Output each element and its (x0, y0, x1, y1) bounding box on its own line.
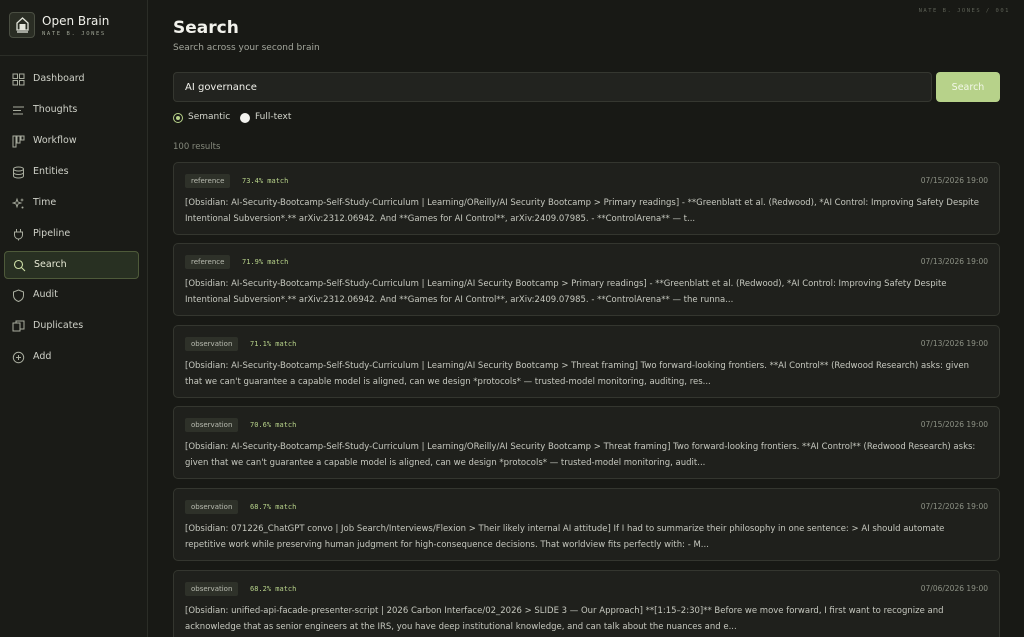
result-card[interactable]: observation 70.6% match 07/15/2026 19:00… (173, 406, 1000, 479)
search-input[interactable] (173, 72, 932, 102)
result-date: 07/13/2026 19:00 (920, 257, 988, 266)
result-text: [Obsidian: AI-Security-Bootcamp-Self-Stu… (185, 361, 969, 387)
database-icon (13, 166, 24, 179)
grid-icon (12, 73, 25, 86)
sidebar-item-label: Thoughts (33, 104, 78, 115)
match-score: 70.6% match (250, 421, 297, 429)
result-date: 07/15/2026 19:00 (920, 176, 988, 185)
result-text: [Obsidian: unified-api-facade-presenter-… (185, 606, 944, 632)
radio-unselected-indicator (240, 113, 250, 123)
semantic-radio-label: Semantic (188, 112, 231, 122)
sidebar-item-time[interactable]: Time (4, 190, 139, 218)
shield-icon (13, 289, 24, 302)
match-score: 71.1% match (250, 340, 297, 348)
match-score: 68.2% match (250, 585, 297, 593)
plus-circle-icon (12, 351, 25, 364)
sidebar-item-label: Workflow (33, 135, 77, 146)
sidebar-item-thoughts[interactable]: Thoughts (4, 97, 139, 125)
sidebar-item-entities[interactable]: Entities (4, 159, 139, 187)
plug-icon (14, 229, 23, 241)
result-card[interactable]: reference 71.9% match 07/13/2026 19:00 [… (173, 243, 1000, 316)
result-text: [Obsidian: AI-Security-Bootcamp-Self-Stu… (185, 442, 976, 468)
brand-subtitle: NATE B. JONES (42, 31, 106, 37)
brain-logo-icon (9, 12, 35, 38)
sidebar-item-search[interactable]: Search (4, 251, 139, 279)
result-card[interactable]: observation 68.2% match 07/06/2026 19:00… (173, 570, 1000, 637)
sidebar-item-label: Dashboard (33, 73, 85, 84)
header-user-label: NATE B. JONES / 001 (918, 8, 1010, 14)
type-badge: observation (185, 500, 239, 514)
sidebar-item-duplicates[interactable]: Duplicates (4, 313, 139, 341)
results-count: 100 results (173, 142, 221, 152)
fulltext-radio-label: Full-text (255, 112, 292, 122)
result-text: [Obsidian: AI-Security-Bootcamp-Self-Stu… (185, 198, 979, 224)
match-score: 68.7% match (250, 503, 297, 511)
result-date: 07/15/2026 19:00 (920, 420, 988, 429)
result-date: 07/12/2026 19:00 (920, 502, 988, 511)
sidebar-item-label: Add (33, 351, 52, 362)
type-badge: observation (185, 582, 239, 596)
lines-icon (13, 106, 24, 115)
sidebar-item-add[interactable]: Add (4, 344, 139, 372)
result-date: 07/13/2026 19:00 (920, 339, 988, 348)
type-badge: observation (185, 418, 239, 432)
copy-icon (12, 320, 25, 332)
search-icon (13, 259, 26, 272)
radio-selected-indicator (173, 113, 183, 123)
sidebar-item-pipeline[interactable]: Pipeline (4, 221, 139, 249)
sidebar-item-label: Pipeline (33, 228, 71, 239)
sidebar-item-label: Search (34, 259, 67, 270)
result-date: 07/06/2026 19:00 (920, 584, 988, 593)
type-badge: reference (185, 174, 231, 188)
page-subtitle: Search across your second brain (173, 43, 320, 53)
match-score: 73.4% match (242, 177, 289, 185)
type-badge: observation (185, 337, 239, 351)
sidebar-item-label: Time (33, 197, 57, 208)
match-score: 71.9% match (242, 258, 289, 266)
brand: Open Brain NATE B. JONES (0, 0, 148, 56)
sidebar-item-label: Duplicates (33, 320, 84, 331)
page-title: Search (173, 18, 239, 38)
brand-title: Open Brain (42, 14, 110, 28)
fulltext-radio[interactable]: Full-text (240, 112, 300, 124)
type-badge: reference (185, 255, 231, 269)
sparkle-icon (12, 197, 24, 209)
result-card[interactable]: observation 68.7% match 07/12/2026 19:00… (173, 488, 1000, 561)
kanban-icon (12, 135, 25, 148)
sidebar-item-workflow[interactable]: Workflow (4, 128, 139, 156)
sidebar-item-dashboard[interactable]: Dashboard (4, 66, 139, 94)
semantic-radio[interactable]: Semantic (173, 112, 233, 124)
result-card[interactable]: reference 73.4% match 07/15/2026 19:00 [… (173, 162, 1000, 235)
result-text: [Obsidian: 071226_ChatGPT convo | Job Se… (185, 524, 945, 550)
sidebar-item-audit[interactable]: Audit (4, 282, 139, 310)
sidebar-item-label: Entities (33, 166, 69, 177)
sidebar: Open Brain NATE B. JONES Dashboard Thoug… (0, 0, 148, 637)
search-button[interactable]: Search (936, 72, 1000, 102)
result-text: [Obsidian: AI-Security-Bootcamp-Self-Stu… (185, 279, 947, 305)
sidebar-item-label: Audit (33, 289, 58, 300)
result-card[interactable]: observation 71.1% match 07/13/2026 19:00… (173, 325, 1000, 398)
